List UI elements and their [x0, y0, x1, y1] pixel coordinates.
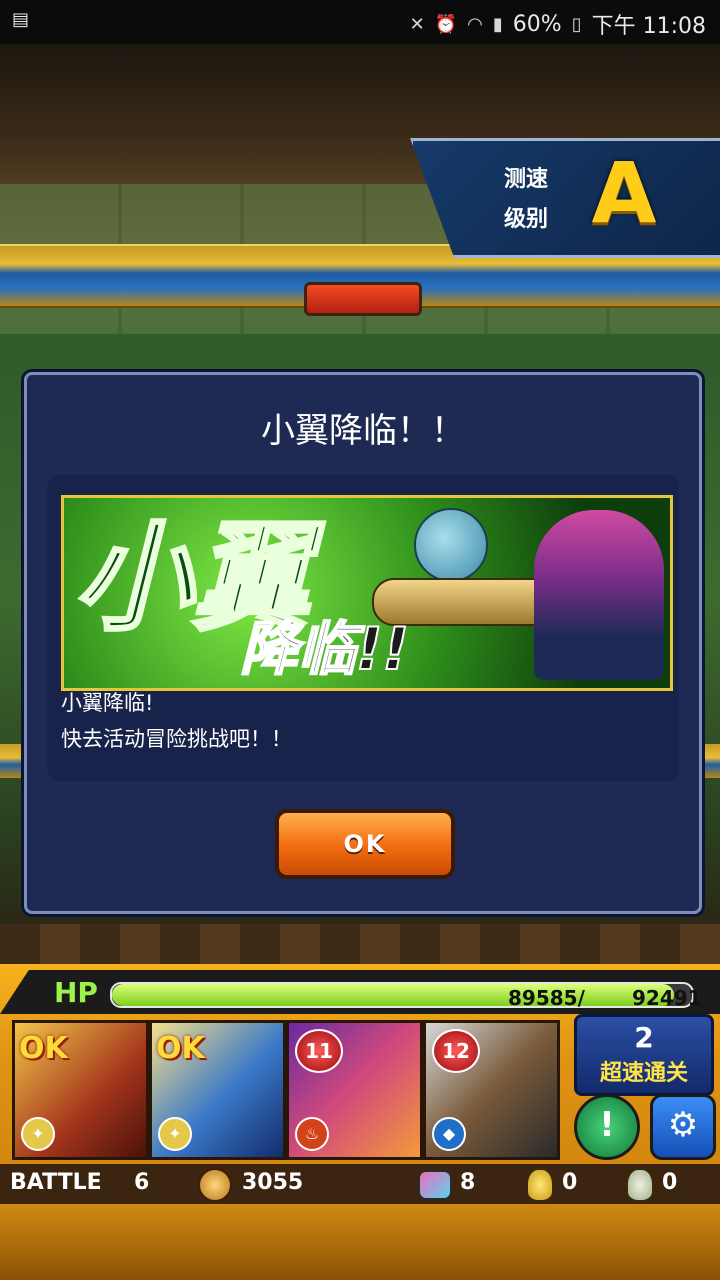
skill-turn-counter: 12	[432, 1029, 480, 1073]
skill-turn-counter: 11	[295, 1029, 343, 1073]
battery-percent: 60%	[512, 11, 562, 37]
settings-button[interactable]: ⚙	[650, 1094, 716, 1160]
gold-egg-icon	[526, 1168, 554, 1208]
team-slot-4[interactable]: 12 ◆	[423, 1020, 560, 1160]
coin-icon	[198, 1168, 232, 1208]
battle-number: 6	[134, 1170, 150, 1195]
ok-button[interactable]: OK	[275, 809, 455, 879]
hp-max: 92491	[632, 986, 702, 1010]
coin-count: 3055	[242, 1170, 304, 1195]
egg-icon	[626, 1168, 654, 1208]
hp-track	[110, 982, 694, 1008]
light-element-icon: ✦	[21, 1117, 55, 1151]
battle-stats: BATTLE 6 3055 8 0 0	[0, 1164, 720, 1204]
dialog-title: 小翼降临！！	[261, 411, 465, 451]
girl-character	[534, 510, 664, 680]
team-slot-3[interactable]: 11 ♨	[286, 1020, 423, 1160]
mute-icon: ✕	[409, 13, 425, 35]
ready-badge: OK	[19, 1031, 68, 1066]
speed-rank-label-line1: 测速	[504, 167, 549, 192]
battle-label: BATTLE	[10, 1170, 102, 1195]
hp-bar: HP 89585/ 92491	[0, 970, 720, 1014]
clock: 下午 11:08	[591, 14, 706, 39]
speed-clear-label: 超速通关	[599, 1061, 688, 1086]
dialog-message: 小翼降临! 快去活动冒险挑战吧！！	[61, 685, 292, 757]
stage-floor	[0, 924, 720, 964]
egg-count: 0	[662, 1170, 678, 1195]
wifi-icon: ◠	[467, 13, 483, 35]
gem-count: 8	[460, 1170, 476, 1195]
event-dialog: 小翼降临！！ 小翼 降临!! 小翼降临! 快去活动冒险挑战吧！！ OK	[24, 372, 702, 914]
speed-rank-panel	[410, 138, 720, 258]
fire-element-icon: ♨	[295, 1117, 329, 1151]
hp-current: 89585/	[508, 986, 585, 1010]
speed-rank-grade: A	[591, 144, 657, 242]
speed-rank-label-line2: 级别	[504, 207, 549, 232]
speed-clear-panel: 2 超速通关	[574, 1014, 714, 1096]
battery-icon: ▯	[571, 13, 582, 35]
water-element-icon: ◆	[432, 1117, 466, 1151]
team-slot-1[interactable]: OK ✦	[12, 1020, 149, 1160]
hp-fill	[112, 984, 674, 1006]
hud-bottom-panel	[0, 1204, 720, 1280]
ready-badge: OK	[156, 1031, 205, 1066]
bird-character	[414, 508, 488, 582]
gem-icon	[418, 1170, 452, 1206]
battle-hud: HP 89585/ 92491 OK ✦ OK ✦ 11 ♨ 12 ◆ 2 超速…	[0, 964, 720, 1280]
team-slot-2[interactable]: OK ✦	[149, 1020, 286, 1160]
notification-icon: ▤	[12, 9, 30, 30]
exclamation-icon: !	[599, 1105, 615, 1145]
alarm-icon: ⏰	[434, 13, 458, 35]
hp-label: HP	[54, 976, 98, 1009]
speed-clear-count: 2	[634, 1021, 654, 1054]
banner-subtitle: 降临!!	[239, 614, 410, 684]
speed-rank-label: 测速 级别	[504, 160, 564, 240]
gold-egg-count: 0	[562, 1170, 578, 1195]
boss-gauge	[304, 282, 422, 316]
team-slots: OK ✦ OK ✦ 11 ♨ 12 ◆	[12, 1020, 560, 1160]
status-bar: ▤ ✕ ⏰ ◠ ▮ 60% ▯ 下午 11:08	[0, 0, 720, 44]
light-element-icon: ✦	[158, 1117, 192, 1151]
signal-icon: ▮	[492, 13, 503, 35]
alert-button[interactable]: !	[574, 1094, 640, 1160]
dialog-message-line1: 小翼降临!	[61, 691, 154, 715]
dialog-message-line2: 快去活动冒险挑战吧！！	[61, 727, 292, 751]
event-banner: 小翼 降临!!	[61, 495, 673, 691]
gear-icon: ⚙	[667, 1105, 699, 1145]
